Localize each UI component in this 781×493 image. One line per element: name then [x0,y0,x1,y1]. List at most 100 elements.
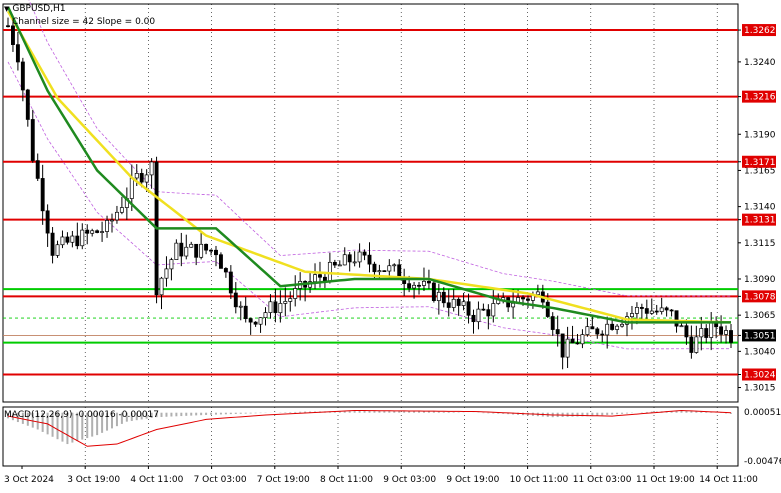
candle-body [55,244,60,256]
candle-body [184,246,189,257]
candle-body [85,229,90,234]
candle-body [75,235,80,247]
candle-body [258,317,263,325]
candle-body [630,313,634,318]
candle-body [332,261,337,266]
candle-body [204,243,209,251]
y-tick-label: 1.3015 [744,384,776,394]
level-price-label: 1.3078 [744,292,776,302]
candle-body [318,274,322,278]
candle-body [45,210,50,234]
candle-body [679,325,684,328]
candle-body [327,261,332,282]
candle-body [412,284,417,289]
candle-body [431,282,436,301]
y-tick-label: 1.3040 [744,347,776,357]
candle-body [263,312,268,319]
candle-body [372,263,377,273]
candle-body [144,174,149,183]
level-price-label: 1.3131 [744,216,776,226]
macd-label: MACD(12,26,9) -0.00016 -0.00017 [4,410,160,420]
candle-body [159,277,164,296]
y-tick-label: 1.3240 [744,58,776,68]
candle-body [139,173,144,183]
candle-body [699,328,704,338]
candle-body [585,326,590,335]
candle-body [288,298,293,302]
x-tick-label: 3 Oct 2024 [4,475,54,485]
x-tick-label: 7 Oct 03:00 [194,475,247,485]
x-tick-label: 8 Oct 11:00 [320,475,373,485]
candle-body [684,325,689,338]
candle-body [313,274,317,282]
candle-body [649,310,654,314]
candle-body [709,321,714,338]
candle-body [40,178,45,212]
candle-body [481,308,486,311]
candle-body [223,268,228,273]
candle-body [451,298,456,308]
chart-root: 1.3262 1.3240 1.3216 1.3190 1.31711.3165 1.31… [0,0,781,489]
candle-body [600,333,605,336]
candle-body [382,270,387,272]
candle-body [545,301,550,317]
candle-body [654,310,659,313]
candle-body [11,25,15,45]
y-tick-label: 1.3140 [744,203,776,213]
candle-body [268,301,273,313]
candle-body [689,336,694,353]
candle-body [446,302,451,308]
x-tick-label: 4 Oct 11:00 [130,475,183,485]
candle-body [20,61,25,91]
x-tick-label: 9 Oct 03:00 [383,475,436,485]
candle-body [119,207,124,213]
candle-body [550,316,555,330]
candle-body [367,254,372,265]
collapse-triangle-icon[interactable]: ▼ [4,5,9,13]
candle-body [15,44,20,63]
candle-body [278,303,283,314]
candle-body [476,308,481,323]
candle-body [238,305,243,308]
candle-body [387,265,392,272]
candle-body [337,264,342,267]
candle-body [90,230,95,234]
candle-body [25,89,30,120]
candle-body [605,323,610,336]
candle-body [491,303,496,317]
candle-body [511,303,516,308]
y-tick-label: 1.3065 [744,311,776,321]
candle-body [214,249,218,256]
candle-body [535,291,540,296]
candle-body [436,291,441,301]
x-tick-label: 3 Oct 19:00 [67,475,120,485]
candle-body [194,243,199,258]
candle-body [233,292,238,308]
candle-body [362,251,367,256]
candle-body [357,251,362,263]
candle-body [6,25,10,28]
candle-body [110,219,114,222]
candle-body [65,236,70,243]
fast-ma-line [6,10,732,324]
candle-body [149,161,154,176]
level-price-label: 1.3171 [744,158,776,168]
candle-body [392,264,397,267]
candle-body [526,298,530,301]
candle-body [422,280,426,286]
candle-body [555,329,560,335]
candle-body [129,177,134,199]
candle-body [639,307,644,309]
macd-axis-top: 0.00051 [744,408,781,418]
macd-axis-bottom: -0.00476 [744,457,781,467]
candle-body [199,243,204,258]
x-tick-label: 7 Oct 19:00 [257,475,310,485]
candle-body [724,330,728,335]
candle-body [590,326,595,330]
candle-body [644,308,649,314]
x-tick-label: 11 Oct 19:00 [636,475,695,485]
candle-body [80,229,85,247]
candle-body [615,325,620,330]
candle-body [114,211,119,221]
candle-body [164,268,169,279]
